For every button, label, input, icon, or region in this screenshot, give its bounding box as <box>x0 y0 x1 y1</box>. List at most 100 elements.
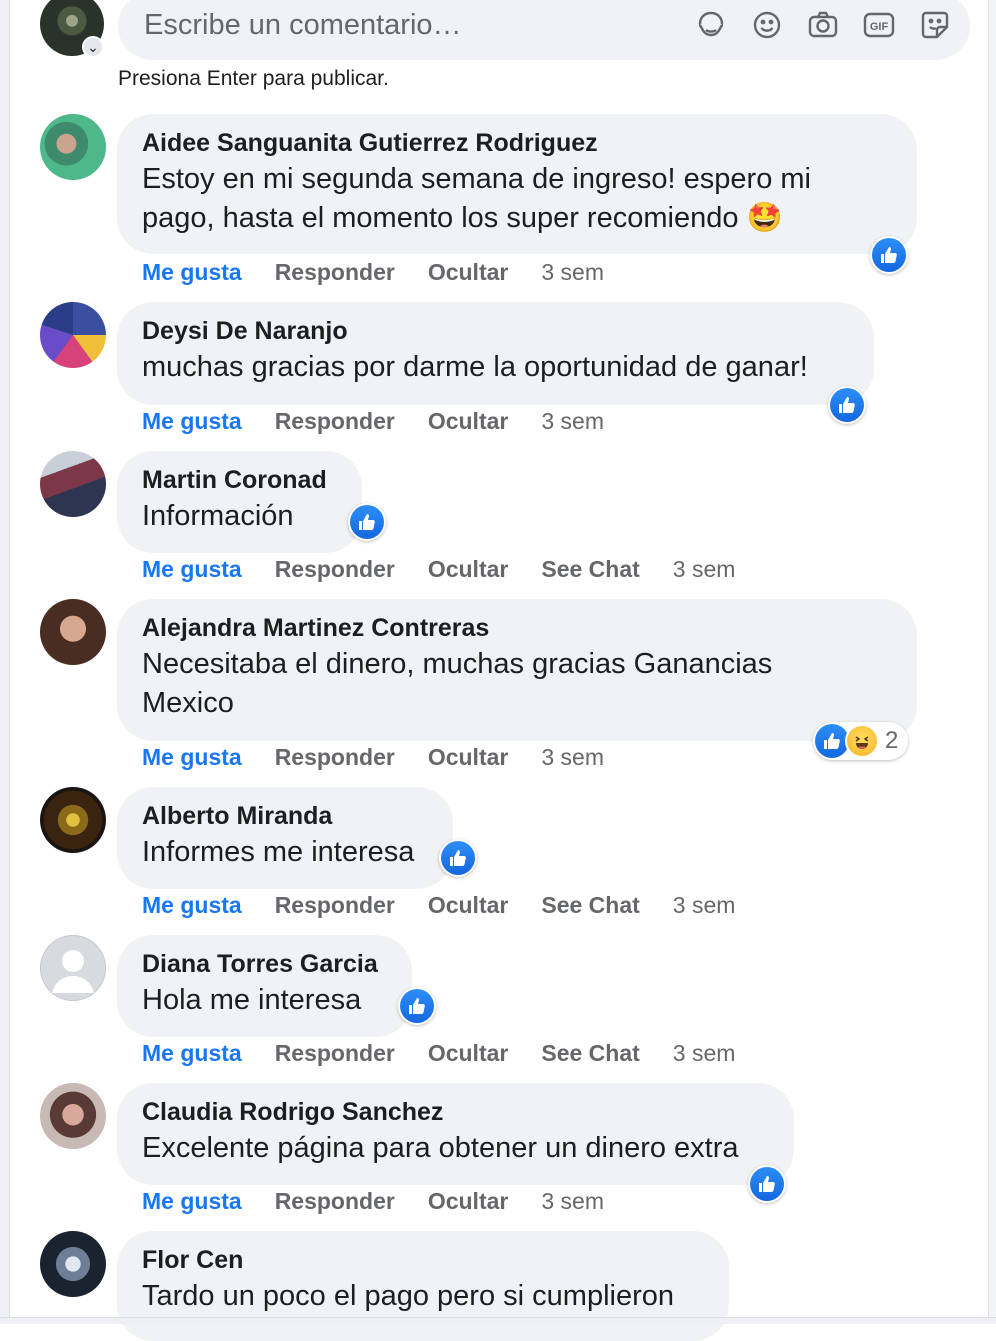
like-reaction-icon <box>815 724 849 758</box>
comment-input[interactable] <box>142 4 666 46</box>
reaction-summary[interactable] <box>439 839 477 877</box>
avatar[interactable] <box>40 302 106 368</box>
like-button[interactable]: Me gusta <box>142 259 242 286</box>
comment-bubble: Aidee Sanguanita Gutierrez Rodriguez Est… <box>117 114 917 254</box>
comment-author[interactable]: Claudia Rodrigo Sanchez <box>142 1095 770 1129</box>
publish-hint: Presiona Enter para publicar. <box>118 67 389 90</box>
avatar[interactable] <box>40 599 106 665</box>
comment-time[interactable]: 3 sem <box>541 259 604 286</box>
like-button[interactable]: Me gusta <box>142 744 242 771</box>
comment-actions: Me gusta Responder Ocultar 3 sem <box>142 1188 604 1215</box>
reaction-summary[interactable] <box>828 386 866 424</box>
comment-composer: ⌄ GIF <box>40 0 970 64</box>
reply-button[interactable]: Responder <box>275 408 395 435</box>
comment-time[interactable]: 3 sem <box>541 408 604 435</box>
chevron-down-icon[interactable]: ⌄ <box>82 36 104 58</box>
comment-text: Tardo un poco el pago pero si cumplieron <box>142 1280 674 1312</box>
hide-button[interactable]: Ocultar <box>428 744 509 771</box>
avatar[interactable] <box>40 114 106 180</box>
like-reaction-icon <box>441 841 475 875</box>
comment-actions: Me gusta Responder Ocultar See Chat 3 se… <box>142 556 735 583</box>
window-left-edge <box>0 0 10 1324</box>
emoji-icon[interactable] <box>750 8 784 42</box>
sticker-face-icon[interactable] <box>694 8 728 42</box>
avatar[interactable] <box>40 787 106 853</box>
comment-text: pago, hasta el momento los super recomie… <box>142 202 783 234</box>
comment-author[interactable]: Alberto Miranda <box>142 799 429 833</box>
comment-author[interactable]: Alejandra Martinez Contreras <box>142 611 893 645</box>
comment-text: Información <box>142 500 294 532</box>
comment-actions: Me gusta Responder Ocultar 3 sem <box>142 259 604 286</box>
comment-bubble: Deysi De Naranjo muchas gracias por darm… <box>117 302 874 405</box>
hide-button[interactable]: Ocultar <box>428 1040 509 1067</box>
comment-bubble: Martin Coronad Información <box>117 451 362 553</box>
reaction-summary[interactable]: 2 <box>813 722 909 760</box>
comment-actions: Me gusta Responder Ocultar 3 sem <box>142 744 604 771</box>
comment-bubble: Flor Cen Tardo un poco el pago pero si c… <box>117 1231 729 1341</box>
comment-text: Informes me interesa <box>142 836 415 868</box>
reply-button[interactable]: Responder <box>275 259 395 286</box>
avatar[interactable] <box>40 1083 106 1149</box>
svg-text:GIF: GIF <box>870 21 889 33</box>
comment-text: Necesitaba el dinero, muchas gracias Gan… <box>142 648 773 680</box>
reply-button[interactable]: Responder <box>275 1188 395 1215</box>
comment-time[interactable]: 3 sem <box>541 1188 604 1215</box>
comment-bubble: Claudia Rodrigo Sanchez Excelente página… <box>117 1083 794 1185</box>
comment-time[interactable]: 3 sem <box>673 1040 736 1067</box>
reply-button[interactable]: Responder <box>275 1040 395 1067</box>
reaction-count: 2 <box>885 727 899 754</box>
window-right-edge <box>988 0 996 1324</box>
hide-button[interactable]: Ocultar <box>428 259 509 286</box>
comment-text: Hola me interesa <box>142 984 362 1016</box>
hide-button[interactable]: Ocultar <box>428 408 509 435</box>
comment-time[interactable]: 3 sem <box>541 744 604 771</box>
see-chat-button[interactable]: See Chat <box>541 556 639 583</box>
like-button[interactable]: Me gusta <box>142 556 242 583</box>
comment-bubble: Diana Torres Garcia Hola me interesa <box>117 935 412 1037</box>
reaction-summary[interactable] <box>748 1165 786 1203</box>
hide-button[interactable]: Ocultar <box>428 1188 509 1215</box>
haha-reaction-icon <box>845 724 879 758</box>
comment-text: muchas gracias por darme la oportunidad … <box>142 351 808 383</box>
reaction-summary[interactable] <box>870 236 908 274</box>
reply-button[interactable]: Responder <box>275 744 395 771</box>
like-reaction-icon <box>400 989 434 1023</box>
comment-time[interactable]: 3 sem <box>673 892 736 919</box>
like-button[interactable]: Me gusta <box>142 892 242 919</box>
default-avatar-icon[interactable] <box>40 935 106 1001</box>
like-reaction-icon <box>872 238 906 272</box>
comment-actions: Me gusta Responder Ocultar See Chat 3 se… <box>142 892 735 919</box>
comment-author[interactable]: Aidee Sanguanita Gutierrez Rodriguez <box>142 126 893 160</box>
camera-icon[interactable] <box>806 8 840 42</box>
composer-icons: GIF <box>694 8 952 42</box>
gif-icon[interactable]: GIF <box>862 8 896 42</box>
reply-button[interactable]: Responder <box>275 556 395 583</box>
comment-author[interactable]: Diana Torres Garcia <box>142 947 388 981</box>
reaction-summary[interactable] <box>398 987 436 1025</box>
hide-button[interactable]: Ocultar <box>428 556 509 583</box>
see-chat-button[interactable]: See Chat <box>541 892 639 919</box>
reply-button[interactable]: Responder <box>275 892 395 919</box>
see-chat-button[interactable]: See Chat <box>541 1040 639 1067</box>
comment-text: Estoy en mi segunda semana de ingreso! e… <box>142 163 811 195</box>
avatar[interactable] <box>40 451 106 517</box>
comment-author[interactable]: Martin Coronad <box>142 463 338 497</box>
comment-author[interactable]: Flor Cen <box>142 1243 705 1277</box>
sticker-icon[interactable] <box>918 8 952 42</box>
comment-bubble: Alejandra Martinez Contreras Necesitaba … <box>117 599 917 741</box>
like-button[interactable]: Me gusta <box>142 1040 242 1067</box>
comment-author[interactable]: Deysi De Naranjo <box>142 314 850 348</box>
window-bottom-edge <box>0 1317 996 1324</box>
composer-box[interactable]: GIF <box>118 0 970 60</box>
like-reaction-icon <box>830 388 864 422</box>
avatar[interactable] <box>40 1231 106 1297</box>
like-button[interactable]: Me gusta <box>142 1188 242 1215</box>
comment-bubble: Alberto Miranda Informes me interesa <box>117 787 453 889</box>
like-reaction-icon <box>750 1167 784 1201</box>
reaction-summary[interactable] <box>348 503 386 541</box>
comment-actions: Me gusta Responder Ocultar 3 sem <box>142 408 604 435</box>
comment-time[interactable]: 3 sem <box>673 556 736 583</box>
comment-text: Mexico <box>142 687 234 719</box>
hide-button[interactable]: Ocultar <box>428 892 509 919</box>
like-button[interactable]: Me gusta <box>142 408 242 435</box>
